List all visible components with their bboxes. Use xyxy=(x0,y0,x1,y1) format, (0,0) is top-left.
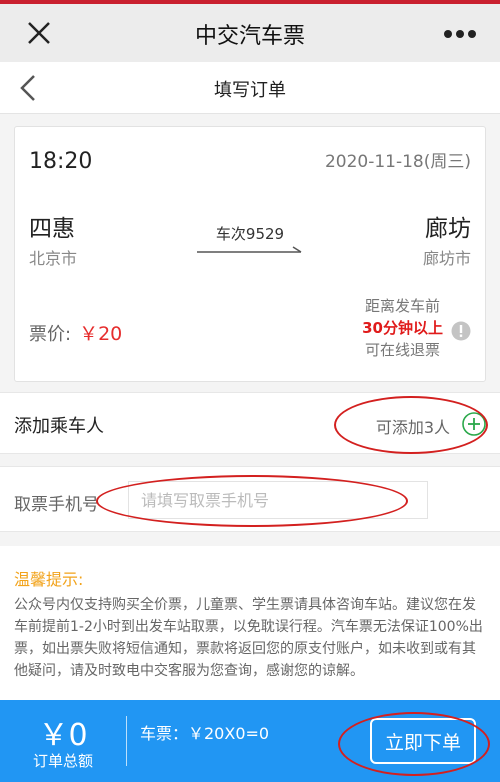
refund-line-2: 30分钟以上 xyxy=(362,319,443,337)
to-station: 廊坊 xyxy=(425,216,471,242)
price-breakdown: 车票：￥20X0=0 xyxy=(140,724,270,743)
pickup-phone-label: 取票手机号 xyxy=(14,495,99,515)
tips-text: 公众号内仅支持购买全价票，儿童票、学生票请具体咨询车站。建议您在发车前提前1-2… xyxy=(14,597,483,679)
divider xyxy=(126,716,127,766)
page-title: 填写订单 xyxy=(214,80,286,101)
add-passenger-row[interactable]: 添加乘车人 可添加3人 xyxy=(0,392,500,454)
ticket-price: 票价: ￥20 xyxy=(29,319,122,346)
ticket-card: 18:20 2020-11-18(周三) 四惠 北京市 车次9529 廊坊 廊坊… xyxy=(14,126,486,382)
departure-date: 2020-11-18(周三) xyxy=(324,152,471,172)
place-order-button[interactable]: 立即下单 xyxy=(370,718,476,764)
order-bottom-bar: ￥0 订单总额 车票：￥20X0=0 立即下单 xyxy=(0,700,500,782)
order-total-label: 订单总额 xyxy=(32,752,93,770)
refund-line-1: 距离发车前 xyxy=(365,297,441,315)
add-passenger-label: 添加乘车人 xyxy=(14,416,104,437)
to-city: 廊坊市 xyxy=(422,249,471,268)
price-label: 票价: xyxy=(29,324,72,345)
page-navbar: 填写订单 xyxy=(0,62,500,114)
tips-section: 温馨提示: 公众号内仅支持购买全价票，儿童票、学生票请具体咨询车站。建议您在发车… xyxy=(0,546,500,700)
from-city: 北京市 xyxy=(29,249,78,268)
plus-circle-icon[interactable] xyxy=(462,412,486,436)
departure-time: 18:20 xyxy=(29,149,93,174)
pickup-phone-input[interactable] xyxy=(128,481,428,519)
pickup-phone-row: 取票手机号 xyxy=(0,466,500,532)
info-icon[interactable] xyxy=(451,321,471,341)
refund-line-3: 可在线退票 xyxy=(365,341,441,359)
passenger-limit-hint: 可添加3人 xyxy=(375,418,450,437)
more-icon[interactable] xyxy=(442,22,478,46)
refund-policy: 距离发车前 30分钟以上 可在线退票 xyxy=(362,295,443,361)
train-number: 车次9529 xyxy=(215,225,285,243)
app-topbar: 中交汽车票 xyxy=(0,0,500,62)
app-title: 中交汽车票 xyxy=(194,24,305,49)
tips-title: 温馨提示: xyxy=(14,570,84,589)
from-station: 四惠 xyxy=(29,216,75,242)
arrow-right-icon xyxy=(197,246,302,253)
order-total-amount: ￥0 xyxy=(38,718,88,753)
price-value: ￥20 xyxy=(79,323,123,345)
